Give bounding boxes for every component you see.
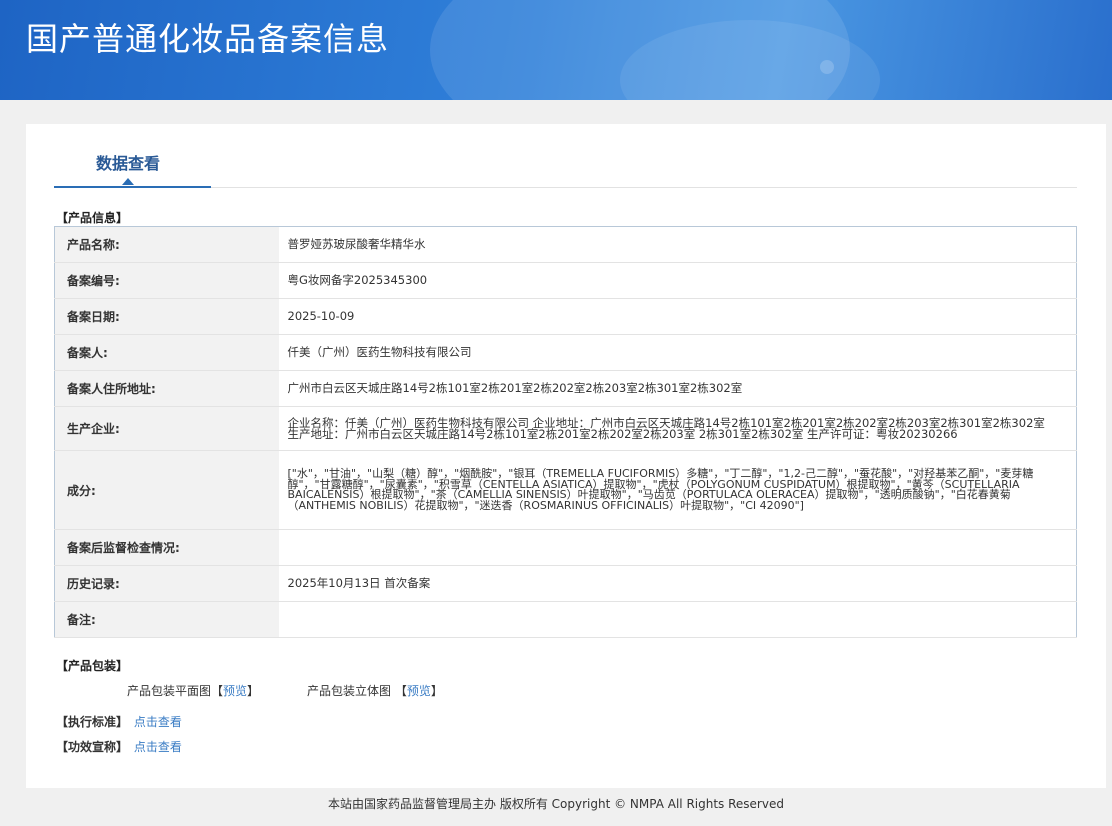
row-key-filing-number: 备案编号: xyxy=(54,262,279,299)
table-row: 备案编号: 粤G妆网备字2025345300 xyxy=(54,262,1077,299)
packaging-flat-label: 产品包装平面图【 xyxy=(127,684,224,698)
page-title: 国产普通化妆品备案信息 xyxy=(26,20,390,58)
row-key-filing-date: 备案日期: xyxy=(54,298,279,335)
row-value-filer-address: 广州市白云区天城庄路14号2栋101室2栋201室2栋202室2栋203室2栋3… xyxy=(278,370,1077,407)
tab-bar: 数据查看 xyxy=(54,124,1077,188)
table-row: 备案人: 仟美（广州）医药生物科技有限公司 xyxy=(54,334,1077,371)
row-value-filer: 仟美（广州）医药生物科技有限公司 xyxy=(278,334,1077,371)
row-value-manufacturer: 企业名称：仟美（广州）医药生物科技有限公司 企业地址：广州市白云区天城庄路14号… xyxy=(278,406,1077,451)
bracket-close: 】 xyxy=(247,684,260,698)
row-value-history: 2025年10月13日 首次备案 xyxy=(278,565,1077,602)
packaging-flat-preview-link[interactable]: 预览 xyxy=(223,684,247,698)
row-value-ingredients: ["水"，"甘油"，"山梨（糖）醇"，"烟酰胺"，"银耳（TREMELLA FU… xyxy=(278,450,1077,530)
row-key-remarks: 备注: xyxy=(54,601,279,638)
table-row: 成分: ["水"，"甘油"，"山梨（糖）醇"，"烟酰胺"，"银耳（TREMELL… xyxy=(54,450,1077,530)
row-key-manufacturer: 生产企业: xyxy=(54,406,279,451)
table-row: 历史记录: 2025年10月13日 首次备案 xyxy=(54,565,1077,602)
efficacy-view-link[interactable]: 点击查看 xyxy=(134,740,182,754)
standard-title: 【执行标准】 xyxy=(56,715,129,729)
bracket-close: 】 xyxy=(430,684,443,698)
packaging-solid-preview-link[interactable]: 预览 xyxy=(407,684,431,698)
row-value-filing-date: 2025-10-09 xyxy=(278,298,1077,335)
tab-data-view[interactable]: 数据查看 xyxy=(54,124,211,188)
header-banner: 国产普通化妆品备案信息 xyxy=(0,0,1112,100)
packaging-solid-item: 产品包装立体图 【预览】 xyxy=(307,682,443,699)
standard-item: 【执行标准】 点击查看 xyxy=(56,713,182,730)
row-key-ingredients: 成分: xyxy=(54,450,279,530)
banner-decoration xyxy=(820,60,834,74)
product-info-table: 产品名称: 普罗娅苏玻尿酸奢华精华水 备案编号: 粤G妆网备字202534530… xyxy=(54,226,1077,638)
packaging-title: 【产品包装】 xyxy=(56,659,129,673)
row-value-remarks xyxy=(278,601,1077,638)
content-card: 数据查看 【产品信息】 产品名称: 普罗娅苏玻尿酸奢华精华水 备案编号: 粤G妆… xyxy=(26,124,1106,788)
row-value-filing-number: 粤G妆网备字2025345300 xyxy=(278,262,1077,299)
row-key-filer: 备案人: xyxy=(54,334,279,371)
table-row: 备案人住所地址: 广州市白云区天城庄路14号2栋101室2栋201室2栋202室… xyxy=(54,370,1077,407)
table-row: 备注: xyxy=(54,601,1077,638)
row-key-inspection: 备案后监督检查情况: xyxy=(54,529,279,566)
efficacy-item: 【功效宣称】 点击查看 xyxy=(56,738,182,755)
tab-label: 数据查看 xyxy=(96,154,161,173)
row-value-inspection xyxy=(278,529,1077,566)
table-row: 产品名称: 普罗娅苏玻尿酸奢华精华水 xyxy=(54,226,1077,263)
packaging-solid-label: 产品包装立体图 【 xyxy=(307,684,407,698)
table-row: 备案后监督检查情况: xyxy=(54,529,1077,566)
tab-caret-icon xyxy=(122,178,134,185)
table-row: 生产企业: 企业名称：仟美（广州）医药生物科技有限公司 企业地址：广州市白云区天… xyxy=(54,406,1077,451)
row-value-product-name: 普罗娅苏玻尿酸奢华精华水 xyxy=(278,226,1077,263)
table-row: 备案日期: 2025-10-09 xyxy=(54,298,1077,335)
row-key-product-name: 产品名称: xyxy=(54,226,279,263)
packaging-flat-item: 产品包装平面图【预览】 xyxy=(127,682,259,699)
row-key-filer-address: 备案人住所地址: xyxy=(54,370,279,407)
efficacy-title: 【功效宣称】 xyxy=(56,740,129,754)
row-key-history: 历史记录: xyxy=(54,565,279,602)
standard-view-link[interactable]: 点击查看 xyxy=(134,715,182,729)
product-info-title: 【产品信息】 xyxy=(56,211,129,225)
footer-copyright: 本站由国家药品监督管理局主办 版权所有 Copyright © NMPA All… xyxy=(328,797,784,811)
